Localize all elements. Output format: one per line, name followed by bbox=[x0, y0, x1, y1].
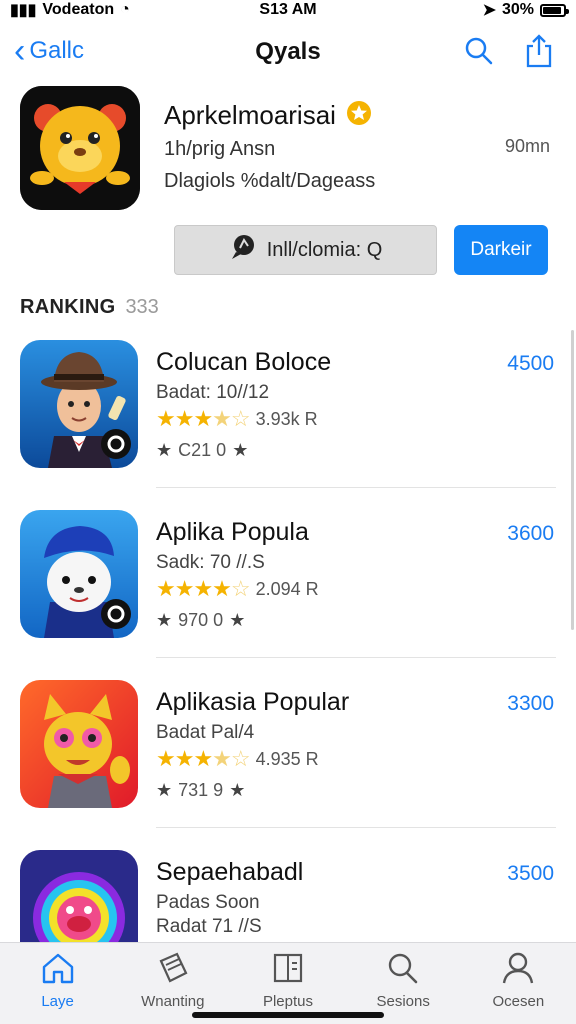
scroll-indicator[interactable] bbox=[571, 330, 574, 630]
home-indicator[interactable] bbox=[192, 1012, 384, 1018]
section-header: RANKING 333 bbox=[20, 296, 159, 319]
tab-wnanting[interactable]: Wnanting bbox=[118, 951, 228, 1010]
nav-bar: ‹ Gallc Qyals bbox=[0, 28, 576, 76]
share-icon[interactable] bbox=[522, 34, 556, 68]
rating-count: 2.094 R bbox=[255, 578, 319, 599]
item-subtitle: Sadk: 70 //.S bbox=[156, 552, 265, 573]
app-size: 90mn bbox=[504, 136, 550, 156]
divider bbox=[156, 487, 556, 488]
tab-pleptus[interactable]: Pleptus bbox=[233, 951, 343, 1010]
item-price[interactable]: 4500 bbox=[507, 352, 554, 376]
section-count: 333 bbox=[125, 296, 159, 318]
search-icon bbox=[385, 951, 421, 989]
wifi-icon: ◔ bbox=[120, 1, 130, 18]
app-name-row: Aprkelmoarisai bbox=[164, 100, 372, 131]
list-item[interactable]: Aplikasia Popular Badat Pal/4 ★★★★☆ 4.93… bbox=[20, 680, 556, 850]
item-price[interactable]: 3500 bbox=[507, 862, 554, 886]
tab-label: Ocesen bbox=[492, 993, 545, 1010]
app-name: Aprkelmoarisai bbox=[164, 100, 336, 130]
status-left: ▮▮▮ Vodeaton ◔ bbox=[10, 0, 130, 20]
tab-label: Wnanting bbox=[141, 993, 205, 1010]
status-right: ➤ 30% bbox=[482, 0, 569, 20]
item-meta: ★ C21 0 ★ bbox=[156, 440, 248, 461]
board-icon bbox=[270, 951, 306, 989]
chat-icon bbox=[229, 233, 257, 267]
install-field[interactable]: Inll/clomia: Q bbox=[174, 225, 437, 275]
item-subtitle: Badat: 10//12 bbox=[156, 382, 270, 403]
location-icon: ➤ bbox=[482, 2, 496, 19]
star-rating-icon: ★★★★☆ bbox=[156, 746, 251, 771]
meta-value: 731 9 bbox=[178, 780, 224, 800]
tab-label: Pleptus bbox=[262, 993, 313, 1010]
action-row: Inll/clomia: Q Darkeir bbox=[174, 225, 548, 275]
battery-label: 30% bbox=[501, 1, 534, 18]
item-title: Colucan Boloce bbox=[156, 348, 332, 376]
tab-sesions[interactable]: Sesions bbox=[348, 951, 458, 1010]
app-thumbnail bbox=[20, 340, 138, 468]
status-bar: ▮▮▮ Vodeaton ◔ S13 AM ➤ 30% bbox=[0, 0, 576, 20]
item-title: Aplikasia Popular bbox=[156, 688, 350, 716]
item-subtitle-2: Radat 71 //S bbox=[156, 916, 262, 937]
battery-icon bbox=[540, 3, 569, 17]
item-title: Aplika Popula bbox=[156, 518, 309, 546]
item-rating: ★★★★☆ 3.93k R bbox=[156, 406, 318, 432]
list-item[interactable]: Colucan Boloce Badat: 10//12 ★★★★☆ 3.93k… bbox=[20, 340, 556, 510]
item-rating: ★★★★☆ 4.935 R bbox=[156, 746, 319, 772]
item-title: Sepaehabadl bbox=[156, 858, 304, 886]
badge-star-icon bbox=[346, 100, 372, 131]
tab-home[interactable]: Laye bbox=[3, 951, 113, 1010]
tab-label: Sesions bbox=[376, 993, 430, 1010]
divider bbox=[156, 657, 556, 658]
meta-value: 970 0 bbox=[178, 610, 224, 630]
star-rating-icon: ★★★★☆ bbox=[156, 406, 251, 431]
app-icon[interactable] bbox=[20, 86, 140, 210]
app-category: Dlagiols %dalt/Dageass bbox=[164, 170, 376, 192]
tab-ocesen[interactable]: Ocesen bbox=[463, 951, 573, 1010]
section-title: RANKING bbox=[20, 296, 116, 318]
divider bbox=[156, 827, 556, 828]
app-developer: 1h/prig Ansn bbox=[164, 138, 276, 160]
ranking-list: Colucan Boloce Badat: 10//12 ★★★★☆ 3.93k… bbox=[20, 340, 556, 1020]
signal-icon: ▮▮▮ bbox=[10, 2, 37, 19]
get-button[interactable]: Darkeir bbox=[454, 225, 548, 275]
item-rating: ★★★★☆ 2.094 R bbox=[156, 576, 319, 602]
nav-actions bbox=[462, 34, 556, 68]
star-rating-icon: ★★★★☆ bbox=[156, 576, 251, 601]
item-meta: ★ 731 9 ★ bbox=[156, 780, 245, 801]
search-icon[interactable] bbox=[462, 34, 496, 68]
item-subtitle: Badat Pal/4 bbox=[156, 722, 255, 743]
item-meta: ★ 970 0 ★ bbox=[156, 610, 245, 631]
app-thumbnail bbox=[20, 510, 138, 638]
meta-value: C21 0 bbox=[178, 440, 227, 460]
star-icon: ★ bbox=[229, 780, 246, 800]
item-subtitle: Padas Soon bbox=[156, 892, 260, 913]
rating-count: 4.935 R bbox=[255, 748, 319, 769]
star-icon: ★ bbox=[229, 610, 246, 630]
star-icon: ★ bbox=[232, 440, 249, 460]
item-price[interactable]: 3300 bbox=[507, 692, 554, 716]
home-icon bbox=[40, 951, 76, 989]
rating-count: 3.93k R bbox=[255, 408, 318, 429]
person-icon bbox=[500, 951, 536, 989]
install-field-label: Inll/clomia: Q bbox=[266, 238, 383, 261]
app-thumbnail bbox=[20, 680, 138, 808]
star-icon: ★ bbox=[156, 780, 173, 800]
carrier-label: Vodeaton bbox=[42, 1, 115, 18]
app-header: Aprkelmoarisai 1h/prig Ansn 90mn Dlagiol… bbox=[20, 86, 556, 216]
list-item[interactable]: Aplika Popula Sadk: 70 //.S ★★★★☆ 2.094 … bbox=[20, 510, 556, 680]
star-icon: ★ bbox=[156, 610, 173, 630]
star-icon: ★ bbox=[156, 440, 173, 460]
tab-label: Laye bbox=[41, 993, 74, 1010]
paper-icon bbox=[155, 951, 191, 989]
item-price[interactable]: 3600 bbox=[507, 522, 554, 546]
